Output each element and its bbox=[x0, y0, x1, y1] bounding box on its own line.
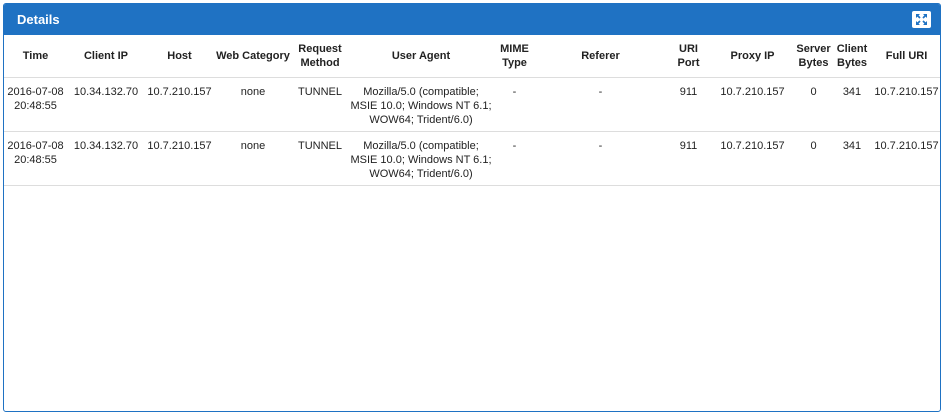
cell-referer: - bbox=[535, 131, 666, 186]
cell-user-agent: Mozilla/5.0 (compatible; MSIE 10.0; Wind… bbox=[348, 131, 494, 186]
column-header-server-bytes[interactable]: Server Bytes bbox=[794, 35, 833, 78]
cell-host: 10.7.210.157 bbox=[145, 131, 214, 186]
column-header-host[interactable]: Host bbox=[145, 35, 214, 78]
panel-header: Details bbox=[4, 4, 940, 35]
cell-web-category: none bbox=[214, 77, 292, 132]
panel-title: Details bbox=[17, 12, 60, 27]
details-panel: Details Time Client IP Host Web Category… bbox=[3, 3, 941, 412]
cell-time: 2016-07-08 20:48:55 bbox=[4, 77, 67, 132]
column-header-uri-port[interactable]: URI Port bbox=[666, 35, 711, 78]
cell-referer: - bbox=[535, 77, 666, 132]
cell-uri-port: 911 bbox=[666, 131, 711, 186]
cell-uri-port: 911 bbox=[666, 77, 711, 132]
cell-web-category: none bbox=[214, 131, 292, 186]
cell-client-ip: 10.34.132.70 bbox=[67, 77, 145, 132]
column-header-web-category[interactable]: Web Category bbox=[214, 35, 292, 78]
column-header-mime-type[interactable]: MIME Type bbox=[494, 35, 535, 78]
cell-user-agent: Mozilla/5.0 (compatible; MSIE 10.0; Wind… bbox=[348, 77, 494, 132]
cell-mime-type: - bbox=[494, 77, 535, 132]
cell-client-bytes: 341 bbox=[833, 77, 871, 132]
column-header-referer[interactable]: Referer bbox=[535, 35, 666, 78]
column-header-time[interactable]: Time bbox=[4, 35, 67, 78]
cell-server-bytes: 0 bbox=[794, 77, 833, 132]
details-table: Time Client IP Host Web Category Request… bbox=[4, 35, 940, 186]
expand-button[interactable] bbox=[912, 11, 931, 28]
column-header-user-agent[interactable]: User Agent bbox=[348, 35, 494, 78]
expand-arrows-icon bbox=[916, 14, 927, 25]
column-header-proxy-ip[interactable]: Proxy IP bbox=[711, 35, 794, 78]
cell-time: 2016-07-08 20:48:55 bbox=[4, 131, 67, 186]
cell-client-bytes: 341 bbox=[833, 131, 871, 186]
cell-request-method: TUNNEL bbox=[292, 77, 348, 132]
table-header-row: Time Client IP Host Web Category Request… bbox=[4, 35, 940, 78]
cell-host: 10.7.210.157 bbox=[145, 77, 214, 132]
cell-full-uri: 10.7.210.157 bbox=[871, 77, 940, 132]
cell-mime-type: - bbox=[494, 131, 535, 186]
cell-server-bytes: 0 bbox=[794, 131, 833, 186]
cell-request-method: TUNNEL bbox=[292, 131, 348, 186]
table-row[interactable]: 2016-07-08 20:48:55 10.34.132.70 10.7.21… bbox=[4, 131, 940, 186]
column-header-client-bytes[interactable]: Client Bytes bbox=[833, 35, 871, 78]
cell-proxy-ip: 10.7.210.157 bbox=[711, 77, 794, 132]
cell-client-ip: 10.34.132.70 bbox=[67, 131, 145, 186]
column-header-client-ip[interactable]: Client IP bbox=[67, 35, 145, 78]
column-header-full-uri[interactable]: Full URI bbox=[871, 35, 940, 78]
cell-proxy-ip: 10.7.210.157 bbox=[711, 131, 794, 186]
table-row[interactable]: 2016-07-08 20:48:55 10.34.132.70 10.7.21… bbox=[4, 77, 940, 132]
column-header-request-method[interactable]: Request Method bbox=[292, 35, 348, 78]
cell-full-uri: 10.7.210.157 bbox=[871, 131, 940, 186]
